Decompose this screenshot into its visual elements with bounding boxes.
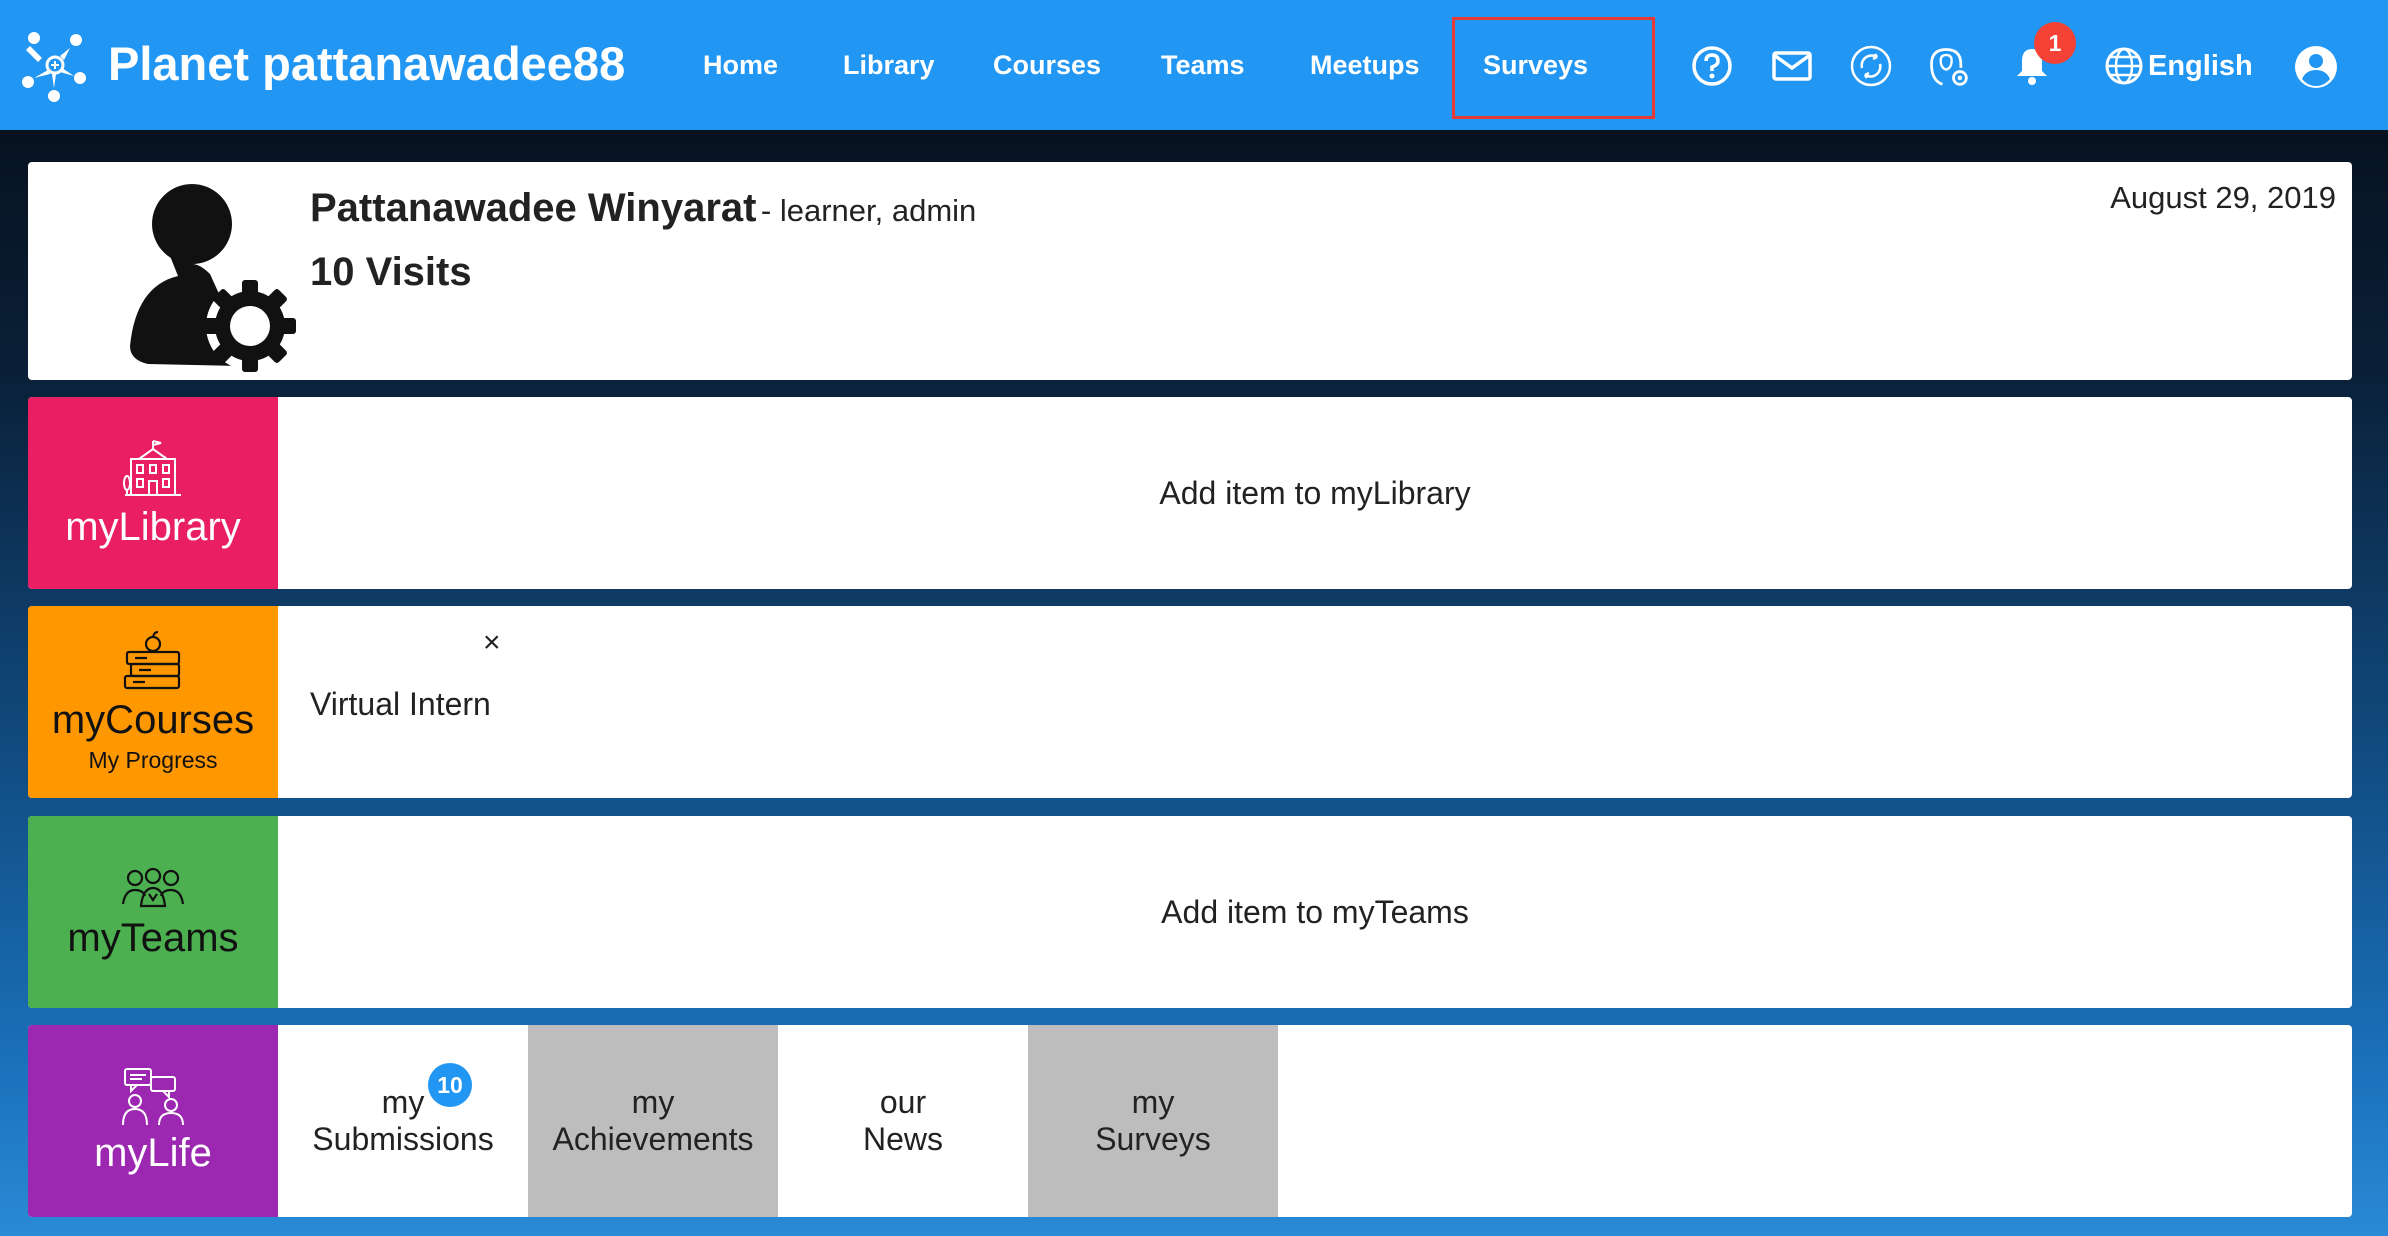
our-news-tile[interactable]: our News	[778, 1025, 1028, 1217]
library-building-icon	[123, 439, 181, 496]
tile-line2: News	[862, 1121, 943, 1157]
nav-home[interactable]: Home	[703, 50, 778, 81]
mycourses-label[interactable]: myCourses My Progress	[28, 606, 278, 798]
mylife-label[interactable]: myLife	[28, 1025, 278, 1217]
mycourses-title: myCourses	[51, 698, 255, 742]
nav-teams[interactable]: Teams	[1161, 50, 1245, 81]
mylibrary-row: myLibrary Add item to myLibrary	[28, 397, 2352, 589]
myteams-title: myTeams	[67, 915, 239, 960]
myteams-row: myTeams Add item to myTeams	[28, 816, 2352, 1008]
mylibrary-title: myLibrary	[65, 504, 241, 549]
notification-badge: 1	[2034, 22, 2076, 64]
language-label: English	[2148, 49, 2253, 82]
mylife-title: myLife	[94, 1130, 212, 1175]
tile-line2: Surveys	[1095, 1121, 1211, 1157]
profile-card: Pattanawadee Winyarat - learner, admin 1…	[28, 162, 2352, 380]
add-item-myteams[interactable]: Add item to myTeams	[278, 816, 2352, 1008]
user-roles: - learner, admin	[760, 193, 977, 228]
submissions-count-badge: 10	[428, 1063, 472, 1107]
tile-line2: Achievements	[552, 1121, 754, 1157]
globe-icon	[2105, 47, 2143, 85]
tile-line1: my	[631, 1084, 675, 1120]
mylife-row: myLife my Submissions 10 my Achievements…	[28, 1025, 2352, 1217]
nav-library[interactable]: Library	[843, 50, 935, 81]
my-submissions-tile[interactable]: my Submissions	[278, 1025, 528, 1217]
nav-courses[interactable]: Courses	[993, 50, 1101, 81]
surveys-highlight-box	[1452, 17, 1655, 119]
remove-course-button[interactable]: ×	[483, 626, 501, 660]
books-apple-icon	[123, 630, 181, 690]
current-date: August 29, 2019	[2110, 180, 2336, 215]
my-surveys-tile[interactable]: my Surveys	[1028, 1025, 1278, 1217]
visit-count: 10 Visits	[310, 250, 472, 294]
tile-line2: Submissions	[312, 1121, 494, 1157]
account-icon[interactable]	[2293, 44, 2339, 90]
help-icon[interactable]	[1690, 44, 1734, 88]
my-progress-link[interactable]: My Progress	[88, 747, 217, 774]
course-item[interactable]: Virtual Intern	[310, 686, 491, 723]
user-name: Pattanawadee Winyarat	[310, 186, 757, 230]
mycourses-row: myCourses My Progress × Virtual Intern	[28, 606, 2352, 798]
nav-meetups[interactable]: Meetups	[1310, 50, 1420, 81]
tile-line1: my	[1131, 1084, 1175, 1120]
mail-icon[interactable]	[1770, 44, 1814, 88]
sync-icon[interactable]	[1849, 44, 1893, 88]
mylibrary-label[interactable]: myLibrary	[28, 397, 278, 589]
team-people-icon	[121, 867, 185, 907]
user-line: Pattanawadee Winyarat - learner, admin	[310, 186, 976, 231]
my-achievements-tile[interactable]: my Achievements	[528, 1025, 778, 1217]
app-title: Planet pattanawadee88	[108, 37, 626, 90]
people-chat-icon	[122, 1067, 184, 1125]
manager-settings-icon[interactable]	[1926, 44, 1970, 88]
planet-logo-icon[interactable]	[20, 28, 90, 102]
add-item-mylibrary[interactable]: Add item to myLibrary	[278, 397, 2352, 589]
admin-avatar-icon	[130, 184, 296, 372]
myteams-label[interactable]: myTeams	[28, 816, 278, 1008]
tile-line1: our	[879, 1084, 927, 1120]
tile-line1: my	[381, 1084, 425, 1120]
top-toolbar: Planet pattanawadee88 Home Library Cours…	[0, 0, 2388, 130]
language-selector[interactable]: English	[2104, 44, 2253, 88]
